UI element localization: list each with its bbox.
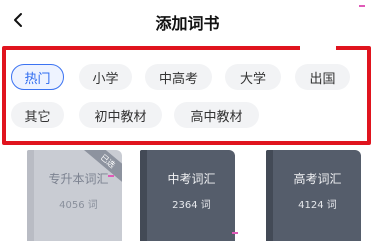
category-chip-university[interactable]: 大学 xyxy=(225,64,281,90)
book-word-count: 4056 词 xyxy=(59,200,98,211)
page-title: 添加词书 xyxy=(155,14,220,33)
category-chip-senior-textbook[interactable]: 高中教材 xyxy=(174,102,259,128)
category-chip-junior-textbook[interactable]: 初中教材 xyxy=(79,102,162,128)
wordbook-card[interactable]: 中考词汇 2364 词 xyxy=(140,150,235,241)
category-chip-abroad[interactable]: 出国 xyxy=(295,64,350,90)
category-chip-hot[interactable]: 热门 xyxy=(11,64,64,90)
highlight-frame xyxy=(2,46,371,145)
book-name: 高考词汇 xyxy=(293,172,342,186)
wordbook-card[interactable]: 已选 专升本词汇 4056 词 xyxy=(27,150,122,241)
book-name: 中考词汇 xyxy=(167,172,216,186)
decor-marker xyxy=(359,5,365,7)
add-wordbook-page: 添加词书 热门 小学 中高考 大学 出国 其它 初中教材 高中教材 已选 专升本… xyxy=(0,0,375,241)
frame-gap xyxy=(300,44,336,50)
decor-marker xyxy=(232,232,238,234)
book-word-count: 4124 词 xyxy=(298,200,337,211)
category-chip-other[interactable]: 其它 xyxy=(11,102,64,128)
decor-marker xyxy=(108,175,114,177)
wordbook-card[interactable]: 高考词汇 4124 词 xyxy=(266,150,361,241)
category-chip-primary[interactable]: 小学 xyxy=(79,64,132,90)
book-spine xyxy=(140,150,147,241)
book-word-count: 2364 词 xyxy=(172,200,211,211)
book-spine xyxy=(27,150,34,241)
book-name: 专升本词汇 xyxy=(48,172,109,186)
category-chip-exam[interactable]: 中高考 xyxy=(145,64,212,90)
nav-bar: 添加词书 xyxy=(0,0,375,44)
book-spine xyxy=(266,150,273,241)
